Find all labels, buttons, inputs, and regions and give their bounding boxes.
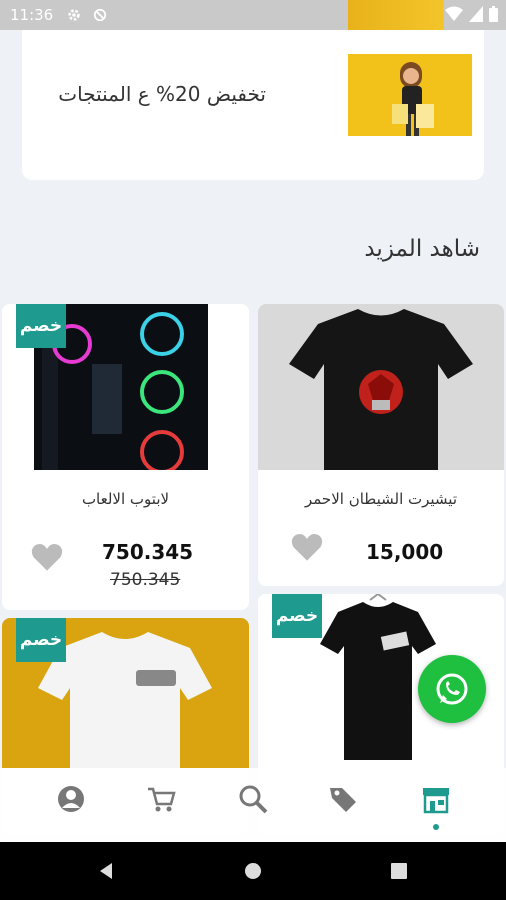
status-time: 11:36 [10, 6, 54, 24]
product-name: لابتوب الالعاب [81, 490, 170, 508]
tag-icon[interactable] [328, 784, 358, 814]
heart-icon[interactable] [290, 532, 324, 562]
home-icon[interactable] [243, 861, 263, 881]
recents-icon[interactable] [389, 861, 409, 881]
bottom-navigation [0, 768, 506, 842]
system-navigation-bar [0, 842, 506, 900]
cart-icon[interactable] [146, 784, 176, 814]
do-not-disturb-icon [94, 8, 107, 22]
product-price: 750.345 [102, 540, 194, 564]
status-bar: 11:36 [0, 0, 506, 30]
profile-icon[interactable] [56, 784, 86, 814]
heart-icon[interactable] [30, 542, 64, 572]
whatsapp-icon [436, 673, 468, 705]
signal-icon [469, 6, 483, 22]
store-icon[interactable] [421, 784, 451, 814]
discount-badge: خصم [272, 594, 322, 638]
whatsapp-button[interactable] [418, 655, 486, 723]
discount-badge: خصم [16, 304, 66, 348]
product-price: 15,000 [366, 540, 444, 564]
product-old-price: 750.345 [110, 570, 181, 590]
battery-icon [489, 6, 498, 22]
promo-banner[interactable]: تخفيض 20% ع المنتجات [22, 30, 484, 180]
discount-badge: خصم [16, 618, 66, 662]
promo-text: تخفيض 20% ع المنتجات [58, 82, 266, 106]
wifi-icon [445, 6, 463, 21]
search-icon[interactable] [238, 784, 268, 814]
product-card-gaming-laptop[interactable]: خصم لابتوب الالعاب 750.345 750.345 [2, 304, 249, 610]
product-card-devil-tshirt[interactable]: تيشيرت الشيطان الاحمر 15,000 [258, 304, 504, 586]
section-title: شاهد المزيد [364, 236, 480, 262]
product-image-devil-tshirt [258, 304, 504, 470]
active-tab-indicator [433, 824, 439, 830]
promo-image [348, 54, 472, 136]
product-name: تيشيرت الشيطان الاحمر [304, 490, 458, 508]
settings-icon [68, 9, 80, 21]
promo-image-peek [348, 0, 444, 30]
back-icon[interactable] [96, 861, 116, 881]
